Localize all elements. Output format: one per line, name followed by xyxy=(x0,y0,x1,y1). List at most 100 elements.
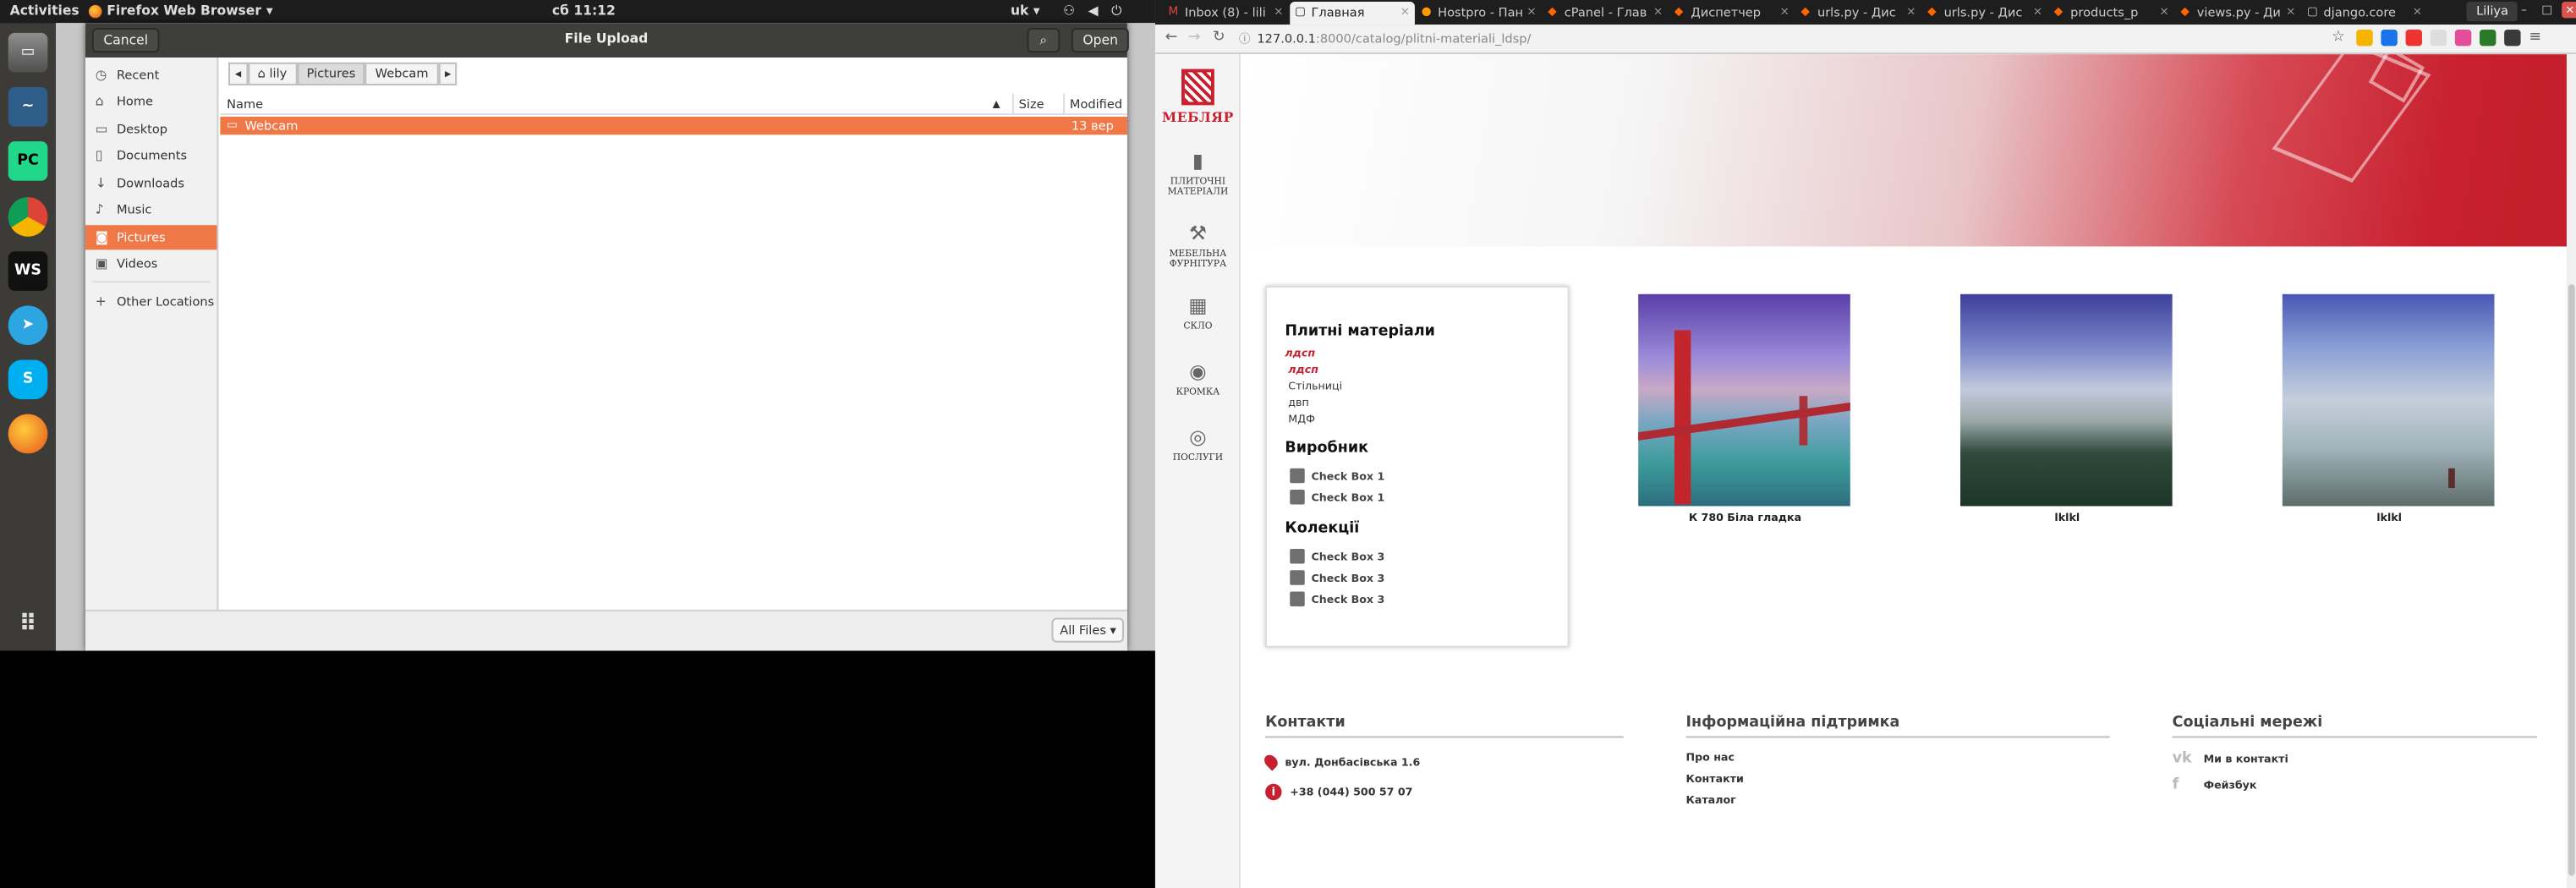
skype-icon[interactable]: S xyxy=(8,359,48,400)
close-icon[interactable]: × xyxy=(1274,2,1283,23)
path-forward-arrow[interactable]: ▸ xyxy=(438,62,458,86)
maximize-icon[interactable]: □ xyxy=(2539,2,2555,18)
extension-icon[interactable] xyxy=(2454,29,2472,47)
filter-link-mdf[interactable]: МДФ xyxy=(1288,413,1315,426)
collection-checkbox[interactable]: Check Box 3 xyxy=(1290,591,1384,606)
nav-plate-materials[interactable]: ▮ ПЛИТОЧНІ МАТЕРІАЛИ xyxy=(1155,150,1241,197)
activities-button[interactable]: Activities xyxy=(10,0,79,23)
place-home[interactable]: ⌂ Home xyxy=(85,89,216,113)
close-icon[interactable]: × xyxy=(2413,2,2422,23)
product-image-bridge[interactable] xyxy=(1638,293,1850,507)
scrollbar-thumb[interactable] xyxy=(2568,284,2575,876)
forward-arrow-icon[interactable]: → xyxy=(1188,30,1201,46)
webstorm-icon[interactable]: WS xyxy=(8,251,48,291)
filter-link-ldsp[interactable]: лдсп xyxy=(1285,347,1315,360)
profile-button[interactable]: Liliya xyxy=(2466,1,2518,22)
checkbox[interactable] xyxy=(1290,490,1305,505)
place-documents[interactable]: ▯ Documents xyxy=(85,143,216,167)
chrome-icon[interactable] xyxy=(8,197,48,237)
facebook-link[interactable]: f Фейзбук xyxy=(2173,777,2257,793)
nav-furniture-fittings[interactable]: ⚒ МЕБЕЛЬНА ФУРНІТУРА xyxy=(1155,222,1241,269)
tab[interactable]: ● Hostpro - Пан × xyxy=(1417,2,1542,25)
product-caption[interactable]: К 780 Біла гладка xyxy=(1638,511,1852,524)
product-caption[interactable]: lklkl xyxy=(1960,511,2174,524)
checkbox[interactable] xyxy=(1290,591,1305,606)
site-logo[interactable]: МЕБЛЯР xyxy=(1155,69,1241,125)
extension-icon[interactable] xyxy=(2405,29,2422,47)
product-card[interactable]: lklkl xyxy=(1959,293,2174,524)
extension-icon[interactable] xyxy=(2356,29,2373,47)
open-button[interactable]: Open xyxy=(1071,28,1130,53)
filter-link-countertops[interactable]: Стільниці xyxy=(1288,380,1342,393)
manufacturer-checkbox[interactable]: Check Box 1 xyxy=(1290,468,1384,484)
tab-active[interactable]: ▢ Главная × xyxy=(1290,1,1415,25)
collection-checkbox[interactable]: Check Box 3 xyxy=(1290,570,1384,585)
nav-services[interactable]: ◎ ПОСЛУГИ xyxy=(1155,425,1241,463)
column-name[interactable]: Name xyxy=(227,94,263,115)
minimize-icon[interactable]: – xyxy=(2516,2,2532,18)
product-caption[interactable]: lklkl xyxy=(2283,511,2497,524)
place-pictures[interactable]: ◙ Pictures xyxy=(85,225,217,250)
extension-icon[interactable] xyxy=(2381,29,2398,47)
filter-link-ldsp[interactable]: лдсп xyxy=(1288,363,1318,376)
place-downloads[interactable]: ↓ Downloads xyxy=(85,171,216,195)
path-segment-pictures[interactable]: Pictures xyxy=(296,62,365,86)
extension-icon[interactable] xyxy=(2479,29,2497,47)
product-image-forest[interactable] xyxy=(1959,293,2173,507)
collection-checkbox[interactable]: Check Box 3 xyxy=(1290,548,1384,564)
file-type-filter[interactable]: All Files ▾ xyxy=(1051,617,1125,643)
close-icon[interactable]: × xyxy=(1780,2,1789,23)
filter-link-dvp[interactable]: двп xyxy=(1288,396,1308,409)
vk-link[interactable]: vk Ми в контакті xyxy=(2173,751,2288,767)
tab[interactable]: M Inbox (8) - lili × xyxy=(1164,2,1289,25)
menu-icon[interactable]: ≡ xyxy=(2529,30,2545,46)
tab[interactable]: ◆ urls.py - Дис × xyxy=(1922,2,2047,25)
tab[interactable]: ▢ django.core × xyxy=(2302,2,2427,25)
nav-glass[interactable]: ▦ СКЛО xyxy=(1155,294,1241,332)
path-back-arrow[interactable]: ◂ xyxy=(228,62,248,86)
url-field[interactable]: 127.0.0.1:8000/catalog/plitni-materiali_… xyxy=(1257,31,1531,46)
place-videos[interactable]: ▣ Videos xyxy=(85,251,216,276)
telegram-icon[interactable]: ➤ xyxy=(8,305,48,346)
footer-link-about[interactable]: Про нас xyxy=(1686,751,1735,765)
checkbox[interactable] xyxy=(1290,468,1305,484)
path-segment-home[interactable]: ⌂ lily xyxy=(247,62,297,86)
manufacturer-checkbox[interactable]: Check Box 1 xyxy=(1290,490,1384,505)
phone[interactable]: i +38 (044) 500 57 07 xyxy=(1265,783,1412,801)
close-icon[interactable]: × xyxy=(1653,2,1663,23)
clock[interactable]: сб 11:12 xyxy=(552,0,616,23)
info-icon[interactable]: ⓘ xyxy=(1239,31,1251,47)
back-arrow-icon[interactable]: ← xyxy=(1165,30,1178,46)
close-window-icon[interactable]: × xyxy=(2562,1,2576,19)
reload-icon[interactable]: ↻ xyxy=(1213,30,1225,46)
tab[interactable]: ◆ cPanel - Глав × xyxy=(1543,2,1668,25)
system-tray[interactable]: ⚇ ◀ ⏻ xyxy=(1063,0,1121,23)
column-modified[interactable]: Modified xyxy=(1070,94,1122,115)
app-menu[interactable]: Firefox Web Browser ▾ xyxy=(88,0,273,23)
tab[interactable]: ◆ products_p × xyxy=(2049,2,2174,25)
search-button[interactable]: ⌕ xyxy=(1027,28,1061,53)
product-card[interactable]: К 780 Біла гладка xyxy=(1638,293,1852,524)
star-icon[interactable]: ☆ xyxy=(2332,30,2348,46)
close-icon[interactable]: × xyxy=(2286,2,2295,23)
wireshark-icon[interactable]: ~ xyxy=(8,86,48,127)
close-icon[interactable]: × xyxy=(2159,2,2168,23)
place-other-locations[interactable]: + Other Locations xyxy=(85,289,216,314)
checkbox[interactable] xyxy=(1290,548,1305,564)
nav-edge[interactable]: ◉ КРОМКА xyxy=(1155,360,1241,398)
tab[interactable]: ◆ views.py - Ди × xyxy=(2176,2,2301,25)
product-image-coast[interactable] xyxy=(2282,293,2495,507)
show-apps-icon[interactable]: ⠿ xyxy=(8,605,48,644)
file-row[interactable]: ▭ Webcam 13 вер xyxy=(220,116,1127,135)
product-card[interactable]: lklkl xyxy=(2282,293,2497,524)
place-recent[interactable]: ◷ Recent xyxy=(85,63,216,87)
close-icon[interactable]: × xyxy=(2033,2,2042,23)
checkbox[interactable] xyxy=(1290,570,1305,585)
extension-icon[interactable] xyxy=(2504,29,2521,47)
cancel-button[interactable]: Cancel xyxy=(91,28,160,53)
place-music[interactable]: ♪ Music xyxy=(85,197,216,222)
close-icon[interactable]: × xyxy=(1526,2,1536,23)
keyboard-layout[interactable]: uk ▾ xyxy=(1011,0,1040,23)
firefox-dock-icon[interactable] xyxy=(8,414,48,454)
close-icon[interactable]: × xyxy=(1400,2,1410,23)
